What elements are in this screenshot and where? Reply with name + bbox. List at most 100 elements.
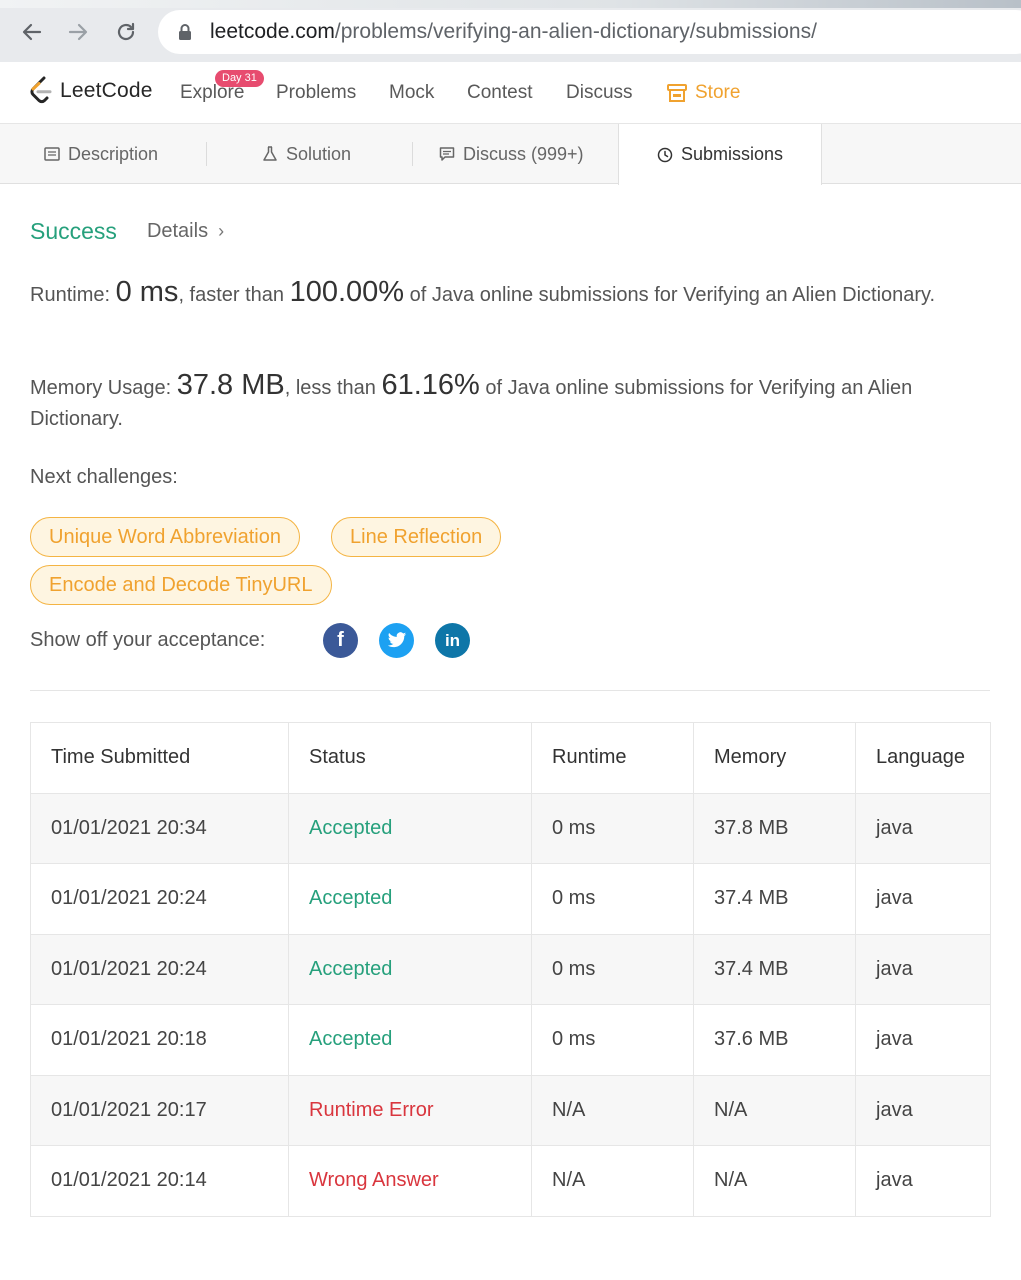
share-label: Show off your acceptance: (30, 629, 266, 651)
submissions-table: Time Submitted Status Runtime Memory Lan… (30, 722, 991, 1217)
url-text: leetcode.com/problems/verifying-an-alien… (210, 20, 817, 44)
problem-tabs: Description Solution Discuss (999+) Subm… (0, 124, 1021, 185)
tab-description[interactable]: Description (44, 124, 158, 184)
cell-language: java (855, 1004, 991, 1076)
reload-button[interactable] (108, 14, 144, 50)
runtime-suffix: of Java online submissions for Verifying… (404, 284, 936, 306)
cell-memory: 37.4 MB (693, 863, 856, 935)
reload-icon (117, 22, 135, 41)
nav-problems[interactable]: Problems (276, 82, 356, 104)
url-host: leetcode.com (210, 20, 335, 43)
divider (30, 690, 990, 691)
cell-memory: 37.8 MB (693, 792, 856, 864)
leetcode-logo-icon (30, 76, 52, 104)
flask-icon (263, 146, 277, 161)
twitter-icon (387, 632, 406, 648)
cell-status-link[interactable]: Accepted (288, 863, 532, 935)
cell-time: 01/01/2021 20:18 (30, 1004, 289, 1076)
runtime-value: 0 ms (115, 276, 179, 308)
memory-percent: 61.16% (381, 369, 480, 401)
cell-runtime: 0 ms (531, 1004, 694, 1076)
cell-status-link[interactable]: Accepted (288, 933, 532, 1005)
tab-solution-label: Solution (286, 143, 352, 164)
header-status: Status (288, 722, 532, 794)
arrow-right-icon (68, 23, 88, 41)
challenge-chip[interactable]: Line Reflection (331, 517, 502, 557)
nav-store[interactable]: Store (667, 82, 740, 104)
runtime-mid: , faster than (178, 284, 290, 306)
cell-memory: 37.4 MB (693, 933, 856, 1005)
cell-memory: N/A (693, 1145, 856, 1217)
clock-icon (657, 147, 673, 162)
tab-separator (412, 142, 413, 166)
cell-time: 01/01/2021 20:24 (30, 863, 289, 935)
tab-separator (206, 142, 207, 166)
comment-icon (439, 147, 455, 161)
cell-runtime: N/A (531, 1145, 694, 1217)
cell-runtime: 0 ms (531, 792, 694, 864)
back-button[interactable] (14, 14, 50, 50)
memory-prefix: Memory Usage: (30, 377, 177, 399)
next-challenges-label: Next challenges: (30, 466, 178, 488)
nav-mock[interactable]: Mock (389, 82, 434, 104)
address-bar[interactable]: leetcode.com/problems/verifying-an-alien… (158, 10, 1021, 54)
cell-runtime: N/A (531, 1074, 694, 1146)
cell-language: java (855, 863, 991, 935)
day-badge: Day 31 (215, 70, 264, 87)
memory-stat: Memory Usage: 37.8 MB, less than 61.16% … (30, 370, 990, 435)
nav-discuss[interactable]: Discuss (566, 82, 633, 104)
challenge-chip[interactable]: Encode and Decode TinyURL (30, 565, 332, 605)
facebook-share-button[interactable]: f (323, 623, 358, 658)
table-row: 01/01/2021 20:17 Runtime Error N/A N/A j… (30, 1074, 991, 1146)
result-status: Success (30, 218, 117, 244)
cell-time: 01/01/2021 20:14 (30, 1145, 289, 1217)
cell-language: java (855, 1074, 991, 1146)
arrow-left-icon (22, 23, 42, 41)
result-header: Success Details › (30, 218, 224, 245)
cell-time: 01/01/2021 20:24 (30, 933, 289, 1005)
forward-button[interactable] (60, 14, 96, 50)
table-row: 01/01/2021 20:24 Accepted 0 ms 37.4 MB j… (30, 933, 991, 1005)
challenge-chip[interactable]: Unique Word Abbreviation (30, 517, 300, 557)
table-row: 01/01/2021 20:24 Accepted 0 ms 37.4 MB j… (30, 863, 991, 935)
linkedin-icon: in (444, 630, 461, 650)
header-language: Language (855, 722, 991, 794)
store-label: Store (695, 82, 741, 103)
tab-description-label: Description (68, 143, 159, 164)
chevron-right-icon[interactable]: › (218, 221, 224, 242)
site-navbar: LeetCode Explore Day 31 Problems Mock Co… (0, 62, 1021, 124)
tab-submissions[interactable]: Submissions (618, 124, 822, 185)
nav-contest[interactable]: Contest (467, 82, 532, 104)
cell-time: 01/01/2021 20:17 (30, 1074, 289, 1146)
store-icon (667, 84, 687, 102)
cell-language: java (855, 1145, 991, 1217)
header-time-submitted: Time Submitted (30, 722, 289, 794)
cell-runtime: 0 ms (531, 933, 694, 1005)
cell-language: java (855, 792, 991, 864)
tab-discuss[interactable]: Discuss (999+) (439, 124, 584, 184)
tab-discuss-label: Discuss (999+) (463, 143, 584, 164)
cell-status-link[interactable]: Accepted (288, 1004, 532, 1076)
cell-status-link[interactable]: Wrong Answer (288, 1145, 532, 1217)
tab-solution[interactable]: Solution (262, 124, 351, 184)
window-strip (0, 0, 1021, 8)
runtime-prefix: Runtime: (30, 284, 116, 306)
table-row: 01/01/2021 20:14 Wrong Answer N/A N/A ja… (30, 1145, 991, 1217)
cell-language: java (855, 933, 991, 1005)
linkedin-share-button[interactable]: in (435, 623, 470, 658)
runtime-percent: 100.00% (289, 276, 405, 308)
logo-text: LeetCode (60, 79, 153, 102)
cell-status-link[interactable]: Accepted (288, 792, 532, 864)
cell-memory: 37.6 MB (693, 1004, 856, 1076)
cell-status-link[interactable]: Runtime Error (288, 1074, 532, 1146)
table-header-row: Time Submitted Status Runtime Memory Lan… (30, 722, 991, 794)
tab-submissions-label: Submissions (680, 144, 784, 164)
browser-toolbar: leetcode.com/problems/verifying-an-alien… (0, 0, 1021, 62)
twitter-share-button[interactable] (379, 623, 414, 658)
leetcode-logo[interactable]: LeetCode (28, 76, 153, 106)
document-icon (44, 147, 60, 161)
table-row: 01/01/2021 20:18 Accepted 0 ms 37.6 MB j… (30, 1004, 991, 1076)
details-link[interactable]: Details (147, 220, 208, 243)
header-memory: Memory (693, 722, 856, 794)
memory-value: 37.8 MB (176, 369, 285, 401)
